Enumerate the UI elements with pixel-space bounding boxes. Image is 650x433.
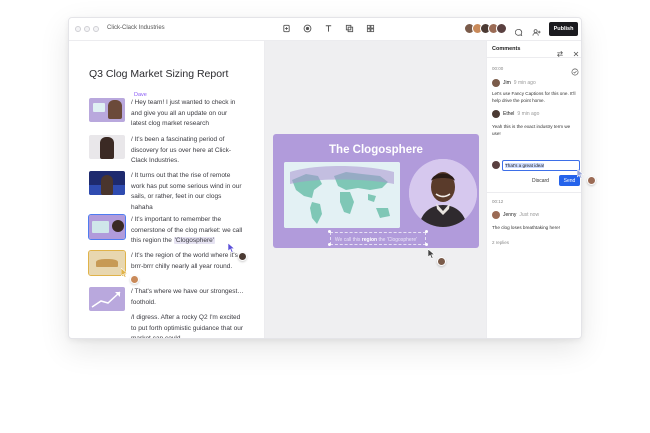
caption-emphasis: region xyxy=(361,237,378,243)
comment-author: Jenny Just now xyxy=(503,212,539,218)
avatar[interactable] xyxy=(496,23,507,34)
comment-body: Yeah this is the exact industry term we … xyxy=(492,124,571,136)
close-icon[interactable] xyxy=(572,45,580,57)
comment-timestamp[interactable]: 00:12 xyxy=(492,199,503,204)
collaborator-avatar xyxy=(238,252,247,261)
paragraph-text[interactable]: / It turns out that the rise of remote w… xyxy=(131,171,244,213)
script-paragraph[interactable]: / It's the region of the world where it'… xyxy=(88,250,259,276)
script-paragraph[interactable]: / That's where we have our strongest… fo… xyxy=(89,287,259,311)
discard-button[interactable]: Discard xyxy=(532,178,549,184)
reply-input[interactable]: That's a great idea! xyxy=(502,160,580,171)
text-icon[interactable] xyxy=(324,24,333,33)
comments-panel: Comments 00:00 Jim 9 min ago Let's use Fa… xyxy=(486,41,581,338)
avatar xyxy=(492,79,500,87)
scene-thumbnail[interactable] xyxy=(89,135,125,159)
app-window: Click-Clack Industries Publish Q3 Clog M… xyxy=(68,17,582,339)
scene-thumbnail[interactable] xyxy=(88,214,126,240)
cursor-icon xyxy=(228,243,236,253)
chat-icon[interactable] xyxy=(514,24,523,37)
maximize-window-button[interactable] xyxy=(93,26,99,32)
scene-thumbnail[interactable] xyxy=(89,287,125,311)
collaborator-avatar xyxy=(587,176,596,185)
comment-author: Ethel 9 min ago xyxy=(503,111,539,117)
slide-preview[interactable]: The Clogosphere We call this region the … xyxy=(273,134,479,248)
author-name: Jenny xyxy=(503,212,517,218)
resize-handle[interactable] xyxy=(328,230,331,233)
resize-handle[interactable] xyxy=(425,230,428,233)
comment-time: 9 min ago xyxy=(513,80,536,86)
author-name: Ethel xyxy=(503,111,515,117)
script-paragraph[interactable]: / Hey team! I just wanted to check in an… xyxy=(89,98,259,130)
script-paragraph[interactable]: / It turns out that the rise of remote w… xyxy=(89,171,259,213)
collaborator-avatars[interactable] xyxy=(464,23,507,34)
cursor-icon xyxy=(577,169,585,179)
paragraph-text[interactable]: / It's important to remember the corners… xyxy=(131,215,244,247)
script-paragraph[interactable]: / It's important to remember the corners… xyxy=(88,214,259,247)
comment-author: Jim 9 min ago xyxy=(503,80,536,86)
scene-thumbnail[interactable] xyxy=(89,171,125,195)
presenter-portrait[interactable] xyxy=(409,159,477,227)
add-user-icon[interactable] xyxy=(532,24,541,36)
comment-time: Just now xyxy=(519,212,540,218)
resize-handle[interactable] xyxy=(425,243,428,246)
minimize-window-button[interactable] xyxy=(84,26,90,32)
window-controls xyxy=(75,26,99,32)
avatar xyxy=(492,161,500,169)
paragraph-text[interactable]: / It's been a fascinating period of disc… xyxy=(131,135,244,167)
scene-thumbnail[interactable] xyxy=(89,98,125,122)
grid-icon[interactable] xyxy=(366,24,375,33)
close-window-button[interactable] xyxy=(75,26,81,32)
highlighted-phrase[interactable]: 'Clogosphere' xyxy=(173,237,215,244)
avatar xyxy=(492,110,500,118)
comment-body: The clog loses breathtaking here! xyxy=(492,225,560,230)
resize-handle[interactable] xyxy=(328,243,331,246)
avatar xyxy=(492,211,500,219)
scene-thumbnail[interactable] xyxy=(88,250,126,276)
comment-timestamp[interactable]: 00:00 xyxy=(492,66,503,71)
publish-button[interactable]: Publish xyxy=(549,22,578,36)
slide-caption[interactable]: We call this region the 'Clogosphere' xyxy=(273,237,479,243)
replies-count[interactable]: 2 replies xyxy=(492,240,509,245)
editor-toolbar xyxy=(282,24,375,33)
swap-icon[interactable] xyxy=(556,45,564,58)
comments-title: Comments xyxy=(492,46,521,52)
script-panel: Q3 Clog Market Sizing Report Dave / Hey … xyxy=(69,41,265,338)
script-paragraph[interactable]: /I digress. After a rocky Q2 I'm excited… xyxy=(89,313,259,338)
document-name[interactable]: Click-Clack Industries xyxy=(107,25,165,31)
slide-canvas[interactable]: The Clogosphere We call this region the … xyxy=(265,41,486,338)
slide-title[interactable]: The Clogosphere xyxy=(273,144,479,156)
comments-header: Comments xyxy=(487,41,581,58)
cursor-icon xyxy=(428,249,436,259)
record-icon[interactable] xyxy=(282,24,291,33)
page-title[interactable]: Q3 Clog Market Sizing Report xyxy=(89,68,228,80)
divider xyxy=(487,192,581,193)
layers-icon[interactable] xyxy=(345,24,354,33)
script-paragraph[interactable]: / It's been a fascinating period of disc… xyxy=(89,135,259,167)
caption-text: We call this xyxy=(334,237,362,243)
collaborator-avatar xyxy=(130,275,139,284)
comment-body: Let's use Fancy Captions for this one. I… xyxy=(492,91,576,103)
comment-time: 9 min ago xyxy=(517,111,540,117)
author-name: Jim xyxy=(503,80,511,86)
world-map-image[interactable] xyxy=(284,162,400,228)
title-bar: Click-Clack Industries Publish xyxy=(69,18,581,41)
caption-text: the 'Clogosphere' xyxy=(377,237,418,243)
paragraph-text[interactable]: / It's the region of the world where it'… xyxy=(131,251,244,275)
paragraph-text[interactable]: /I digress. After a rocky Q2 I'm excited… xyxy=(131,313,244,338)
paragraph-text[interactable]: / Hey team! I just wanted to check in an… xyxy=(131,98,244,130)
paragraph-text[interactable]: / That's where we have our strongest… fo… xyxy=(131,287,244,311)
reply-text: That's a great idea! xyxy=(505,163,545,168)
resolve-check-icon[interactable] xyxy=(571,63,579,76)
collaborator-avatar xyxy=(437,257,446,266)
cursor-icon xyxy=(121,268,129,278)
circle-record-icon[interactable] xyxy=(303,24,312,33)
